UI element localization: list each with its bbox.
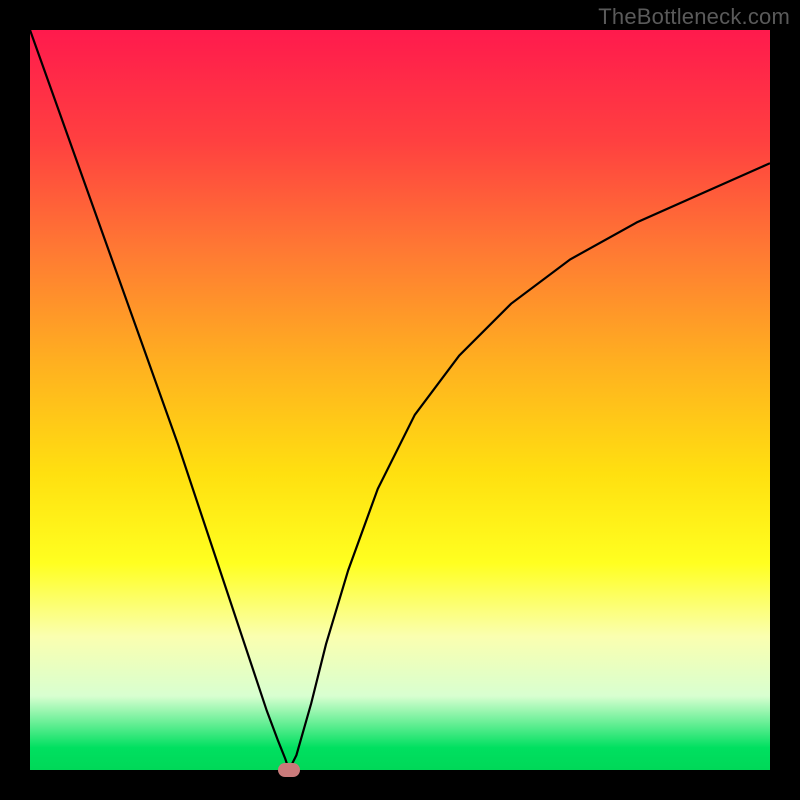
watermark-text: TheBottleneck.com — [598, 4, 790, 30]
curve-svg — [30, 30, 770, 770]
optimal-point-marker — [278, 763, 300, 777]
bottleneck-curve-left — [30, 30, 289, 770]
bottleneck-curve-right — [289, 163, 770, 770]
